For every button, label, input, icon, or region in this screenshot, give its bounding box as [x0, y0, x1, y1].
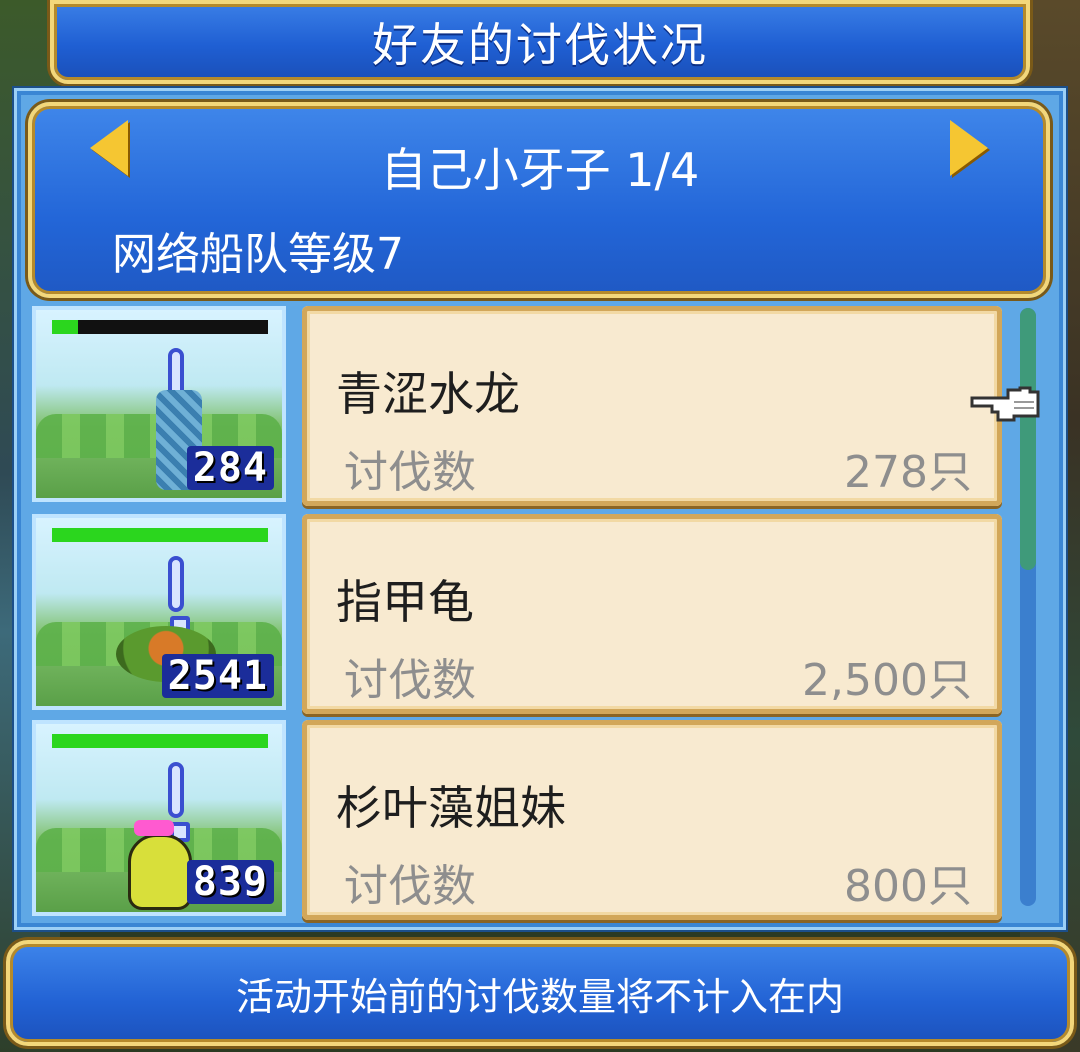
monster-count: 284	[186, 446, 274, 490]
monster-card[interactable]: 青涩水龙 讨伐数 278只	[302, 306, 1002, 506]
hp-bar	[52, 528, 268, 542]
kill-count-label: 讨伐数	[344, 861, 476, 912]
monster-name: 青涩水龙	[336, 367, 520, 421]
monster-count: 839	[186, 860, 274, 904]
monster-card[interactable]: 指甲龟 讨伐数 2,500只	[302, 514, 1002, 714]
exclamation-icon	[168, 556, 184, 612]
kill-count-label: 讨伐数	[344, 655, 476, 706]
scrollbar-thumb[interactable]	[1020, 308, 1036, 570]
monster-thumbnail: 2541	[32, 514, 286, 710]
pointing-hand-icon	[970, 386, 1040, 422]
title-bar: 好友的讨伐状况	[50, 0, 1030, 84]
exclamation-icon	[168, 762, 184, 818]
monster-thumbnail: 839	[32, 720, 286, 916]
monster-card[interactable]: 杉叶藻姐妹 讨伐数 800只	[302, 720, 1002, 920]
hp-bar	[52, 734, 268, 748]
arrow-left-icon[interactable]	[90, 120, 128, 176]
seaweed-sister-sprite	[128, 834, 192, 910]
footer-note: 活动开始前的讨伐数量将不计入在内	[235, 974, 844, 1019]
kill-count-label: 讨伐数	[344, 447, 476, 498]
monster-row[interactable]: 284 青涩水龙 讨伐数 278只	[32, 306, 1004, 506]
monster-count: 2541	[161, 654, 274, 698]
monster-thumbnail: 284	[32, 306, 286, 502]
page-title: 好友的讨伐状况	[372, 18, 708, 72]
hp-bar	[52, 320, 268, 334]
arrow-right-icon[interactable]	[950, 120, 988, 176]
monster-row[interactable]: 839 杉叶藻姐妹 讨伐数 800只	[32, 720, 1004, 920]
fleet-level: 网络船队等级7	[112, 229, 404, 280]
player-title: 自己小牙子 1/4	[380, 143, 700, 197]
kill-count-value: 800只	[844, 861, 972, 912]
footer-bar: 活动开始前的讨伐数量将不计入在内	[6, 940, 1074, 1046]
monster-row[interactable]: 2541 指甲龟 讨伐数 2,500只	[32, 514, 1004, 714]
monster-name: 指甲龟	[336, 575, 474, 629]
kill-count-value: 278只	[844, 447, 972, 498]
monster-name: 杉叶藻姐妹	[336, 781, 566, 835]
kill-count-value: 2,500只	[802, 655, 972, 706]
